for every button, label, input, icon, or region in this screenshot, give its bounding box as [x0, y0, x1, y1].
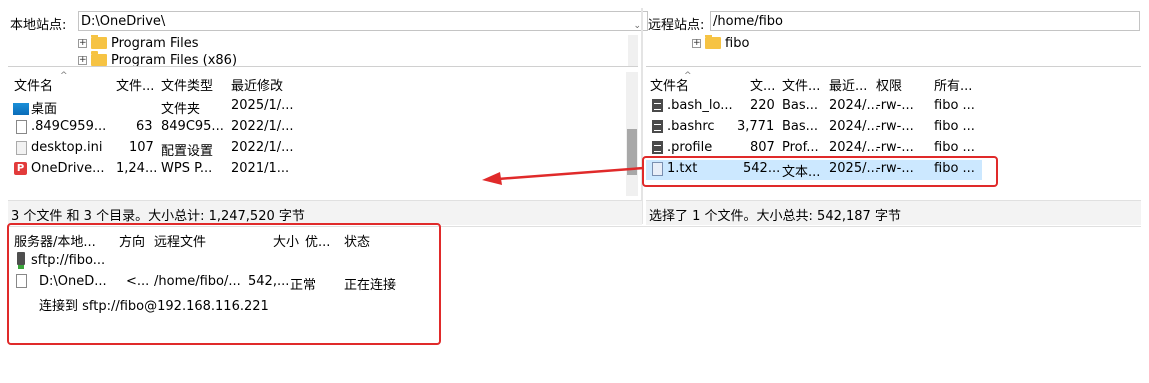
remote-site-path: /home/fibo — [713, 14, 784, 29]
file-type: 配置设置 — [161, 144, 214, 159]
file-icon — [652, 99, 663, 112]
col-header-filesize[interactable]: 文件... — [116, 75, 154, 94]
local-site-label: 本地站点: — [10, 18, 67, 33]
col-header-filetype[interactable]: 文件类型 — [161, 75, 213, 94]
file-name: .bashrc — [667, 119, 715, 134]
file-owner: fibo ... — [934, 98, 975, 113]
local-tree-scrollbar[interactable] — [628, 35, 638, 66]
local-dir-tree[interactable]: + Program Files + Program Files (x86) — [8, 35, 638, 67]
file-name-cell: .bashrc — [652, 119, 715, 134]
file-size: 63 — [136, 119, 153, 134]
folder-icon — [91, 50, 107, 66]
tree-item-program-files-x86[interactable]: + Program Files (x86) — [78, 50, 238, 67]
col-header-owner[interactable]: 所有... — [934, 75, 972, 94]
table-row[interactable]: desktop.ini 107 配置设置 2022/1/... — [8, 139, 620, 159]
file-owner: fibo ... — [934, 140, 975, 155]
file-size: 3,771 — [737, 119, 775, 134]
file-name: desktop.ini — [31, 140, 103, 155]
folder-icon — [705, 35, 721, 49]
file-size: 220 — [750, 98, 775, 113]
file-name-cell: .849C959... — [16, 119, 106, 134]
file-permissions: -rw-... — [876, 119, 914, 134]
expand-icon[interactable]: + — [78, 39, 87, 48]
file-name: .profile — [667, 140, 713, 155]
annotation-arrow — [482, 166, 645, 185]
file-name: .849C959... — [31, 119, 107, 134]
sort-asc-icon: ^ — [684, 71, 692, 81]
remote-site-bar: 远程站点: /home/fibo — [646, 9, 1141, 33]
local-site-bar: 本地站点: D:\OneDrive\ ⌄ — [8, 9, 648, 33]
tree-item-label: Program Files (x86) — [111, 53, 238, 67]
file-modified: 2022/1/... — [231, 140, 294, 155]
table-row[interactable]: 桌面 文件夹 2025/1/... — [8, 97, 620, 117]
file-size: 1,24... — [116, 161, 158, 176]
file-type: 849C95... — [161, 119, 224, 134]
expand-icon[interactable]: + — [692, 39, 701, 48]
local-site-path: D:\OneDrive\ — [81, 14, 166, 29]
table-row[interactable]: .bash_lo... 220 Bas... 2024/... -rw-... … — [646, 97, 986, 117]
desktop-folder-icon — [13, 102, 29, 115]
file-type: Bas... — [782, 119, 819, 134]
table-row[interactable]: .bashrc 3,771 Bas... 2024/... -rw-... fi… — [646, 118, 986, 138]
annotation-highlight-box — [642, 156, 998, 187]
col-header-filetype[interactable]: 文件... — [782, 75, 820, 94]
tree-item-fibo[interactable]: + fibo — [692, 35, 749, 53]
tree-item-label: fibo — [725, 36, 750, 51]
col-header-filename[interactable]: 文件名 — [14, 75, 53, 94]
tree-item-label: Program Files — [111, 36, 199, 51]
expand-icon[interactable]: + — [78, 56, 87, 65]
col-header-permissions[interactable]: 权限 — [876, 75, 902, 94]
file-size: 807 — [750, 140, 775, 155]
col-header-filesize[interactable]: 文... — [750, 75, 775, 94]
file-modified: 2025/1/... — [231, 98, 294, 113]
pane-splitter[interactable] — [641, 8, 643, 224]
local-status-bar: 3 个文件 和 3 个目录。大小总计: 1,247,520 字节 — [8, 200, 642, 225]
file-modified: 2024/... — [829, 98, 879, 113]
chevron-down-icon[interactable]: ⌄ — [633, 16, 641, 36]
file-type: Prof... — [782, 140, 819, 155]
file-modified: 2022/1/... — [231, 119, 294, 134]
file-permissions: -rw-... — [876, 140, 914, 155]
remote-site-label: 远程站点: — [648, 18, 705, 33]
file-type: 文件夹 — [161, 102, 201, 117]
folder-icon — [91, 35, 107, 49]
remote-status-text: 选择了 1 个文件。大小总共: 542,187 字节 — [649, 209, 901, 224]
sort-asc-icon: ^ — [60, 71, 68, 81]
file-modified: 2024/... — [829, 140, 879, 155]
local-status-text: 3 个文件 和 3 个目录。大小总计: 1,247,520 字节 — [11, 209, 305, 224]
ini-file-icon — [16, 140, 27, 155]
file-name: 桌面 — [31, 102, 58, 117]
remote-site-path-input[interactable]: /home/fibo — [710, 11, 1140, 31]
local-site-path-input[interactable]: D:\OneDrive\ ⌄ — [78, 11, 648, 31]
file-name-cell: P OneDrive... — [14, 161, 105, 176]
file-type: Bas... — [782, 98, 819, 113]
col-header-modified[interactable]: 最近修改 — [231, 75, 283, 94]
table-row[interactable]: .849C959... 63 849C95... 2022/1/... — [8, 118, 620, 138]
file-name-cell: .bash_lo... — [652, 98, 733, 113]
file-modified: 2021/1... — [231, 161, 290, 176]
file-owner: fibo ... — [934, 119, 975, 134]
file-name: OneDrive... — [31, 161, 105, 176]
file-size: 107 — [129, 140, 154, 155]
annotation-queue-box — [7, 223, 441, 345]
file-name-cell: .profile — [652, 140, 712, 155]
wps-icon: P — [14, 162, 27, 175]
file-type: WPS P... — [161, 161, 213, 176]
file-name-cell: 桌面 — [13, 98, 57, 117]
col-header-modified[interactable]: 最近... — [829, 75, 867, 94]
file-name: .bash_lo... — [667, 98, 733, 113]
file-permissions: -rw-... — [876, 98, 914, 113]
file-name-cell: desktop.ini — [16, 140, 102, 155]
file-icon — [652, 120, 663, 133]
remote-status-bar: 选择了 1 个文件。大小总共: 542,187 字节 — [646, 200, 1141, 225]
file-icon — [652, 141, 663, 154]
file-modified: 2024/... — [829, 119, 879, 134]
file-icon — [16, 119, 27, 134]
remote-dir-tree[interactable]: + fibo — [646, 35, 1141, 67]
